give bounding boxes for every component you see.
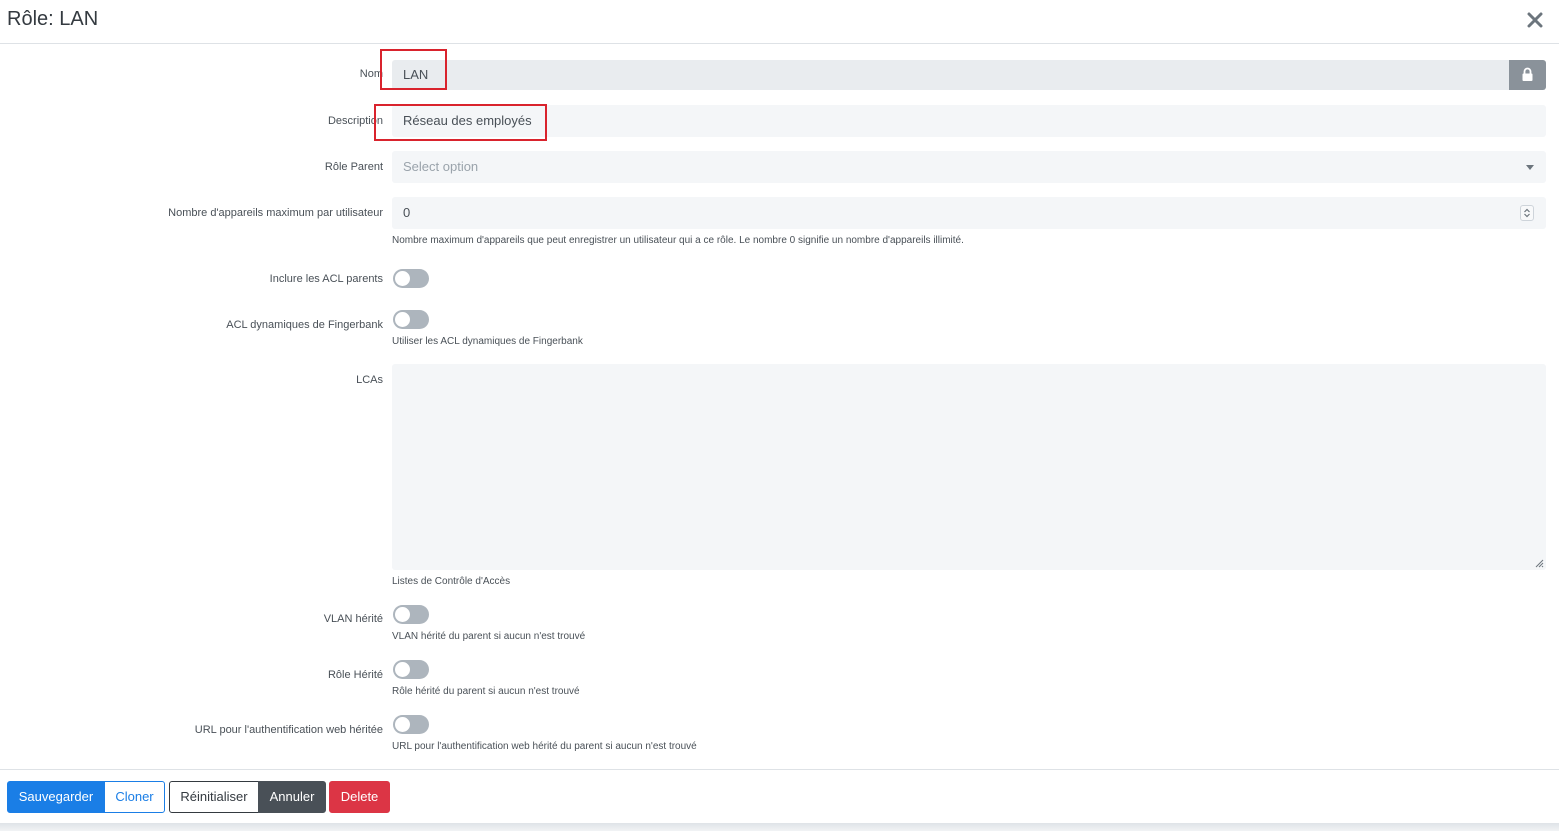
modal-header: Rôle: LAN <box>0 0 1559 44</box>
highlight-box-nom <box>380 49 447 90</box>
lock-icon <box>1522 67 1533 81</box>
fingerbank-acls-label: ACL dynamiques de Fingerbank <box>226 319 383 331</box>
inherit-vlan-help: VLAN hérité du parent si aucun n'est tro… <box>392 631 586 642</box>
close-icon <box>1527 12 1543 28</box>
save-button[interactable]: Sauvegarder <box>7 781 105 813</box>
inherit-web-auth-url-label: URL pour l'authentification web héritée <box>194 724 383 736</box>
parent-select[interactable]: Select option <box>392 151 1546 183</box>
footer-divider <box>0 823 1559 831</box>
fingerbank-acls-toggle[interactable] <box>393 310 429 329</box>
spinner-arrows-icon <box>1524 208 1530 218</box>
max-devices-help: Nombre maximum d'appareils que peut enre… <box>392 235 964 246</box>
nom-input[interactable]: LAN <box>392 60 1509 90</box>
cancel-button[interactable]: Annuler <box>258 781 326 813</box>
inherit-vlan-label: VLAN hérité <box>323 613 383 625</box>
field-row-description: Description Réseau des employés <box>0 105 1559 137</box>
highlight-box-description <box>374 104 547 141</box>
chevron-down-icon <box>1526 165 1534 170</box>
parent-select-placeholder: Select option <box>403 159 479 174</box>
inherit-vlan-toggle[interactable] <box>393 605 429 624</box>
lock-button[interactable] <box>1509 60 1546 90</box>
page-title: Rôle: LAN <box>7 8 99 30</box>
lcas-help: Listes de Contrôle d'Accès <box>392 576 511 587</box>
inherit-role-help: Rôle hérité du parent si aucun n'est tro… <box>392 686 580 697</box>
max-devices-input[interactable]: 0 <box>392 197 1546 229</box>
fingerbank-acls-help: Utiliser les ACL dynamiques de Fingerban… <box>392 336 583 347</box>
reset-button[interactable]: Réinitialiser <box>169 781 259 813</box>
inherit-role-toggle[interactable] <box>393 660 429 679</box>
lcas-label: LCAs <box>356 374 383 386</box>
max-devices-label: Nombre d'appareils maximum par utilisate… <box>168 207 383 219</box>
close-button[interactable] <box>1527 10 1545 30</box>
include-parent-acls-toggle[interactable] <box>393 269 429 288</box>
description-input[interactable]: Réseau des employés <box>392 105 1546 137</box>
delete-button[interactable]: Delete <box>329 781 390 813</box>
parent-label: Rôle Parent <box>324 161 383 173</box>
number-spinner[interactable] <box>1520 205 1534 221</box>
field-row-max-devices: Nombre d'appareils maximum par utilisate… <box>0 197 1559 229</box>
field-row-parent: Rôle Parent Select option <box>0 151 1559 183</box>
inherit-web-auth-url-help: URL pour l'authentification web hérité d… <box>392 741 697 752</box>
modal-footer: Sauvegarder Cloner Réinitialiser Annuler… <box>0 769 1559 831</box>
clone-button[interactable]: Cloner <box>104 781 165 813</box>
inherit-web-auth-url-toggle[interactable] <box>393 715 429 734</box>
field-row-nom: Nom LAN <box>0 60 1559 90</box>
include-parent-acls-label: Inclure les ACL parents <box>269 273 383 285</box>
resize-grip-icon[interactable] <box>1534 558 1544 568</box>
lcas-textarea[interactable] <box>392 364 1546 570</box>
inherit-role-label: Rôle Hérité <box>327 669 383 681</box>
